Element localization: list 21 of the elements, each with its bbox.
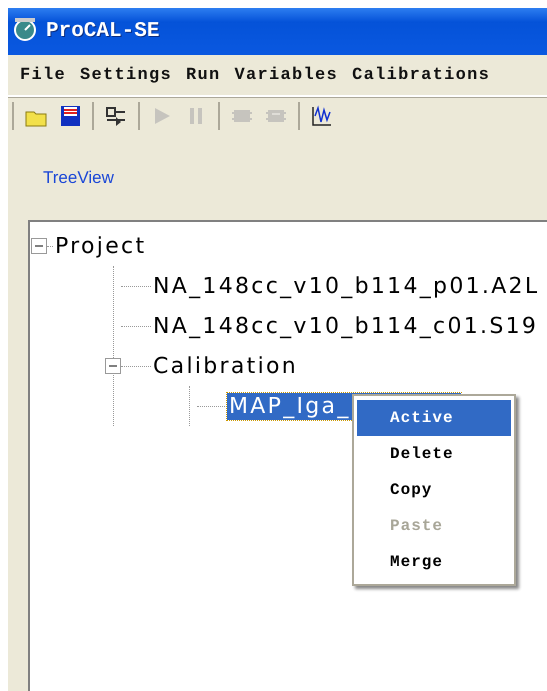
collapse-toggle[interactable] — [31, 238, 47, 254]
menu-item[interactable]: Variables — [234, 66, 352, 84]
menu-item[interactable]: Run — [186, 66, 235, 84]
menu-option[interactable]: Copy — [357, 472, 511, 508]
gauge-icon — [12, 16, 38, 42]
tree-item[interactable]: NA_148cc_v10_b114_p01.A2L — [151, 272, 542, 300]
menu-item[interactable]: File — [20, 66, 80, 84]
floppy-icon[interactable] — [58, 104, 82, 128]
window-title: ProCAL-SE — [46, 20, 160, 43]
menu-option[interactable]: Active — [357, 400, 511, 436]
menu-item[interactable]: Calibrations — [352, 66, 504, 84]
collapse-toggle[interactable] — [105, 358, 121, 374]
menu-option[interactable]: Delete — [357, 436, 511, 472]
plug-icon[interactable] — [104, 104, 128, 128]
tree-item[interactable]: Project — [53, 232, 148, 260]
menu-option[interactable]: Merge — [357, 544, 511, 580]
view-link[interactable]: TreeView — [43, 168, 114, 188]
menu-item[interactable]: Settings — [80, 66, 186, 84]
tree-item[interactable]: Calibration — [151, 352, 300, 380]
waveform-icon[interactable] — [310, 104, 334, 128]
tree-item[interactable]: NA_148cc_v10_b114_c01.S19 — [151, 312, 540, 340]
